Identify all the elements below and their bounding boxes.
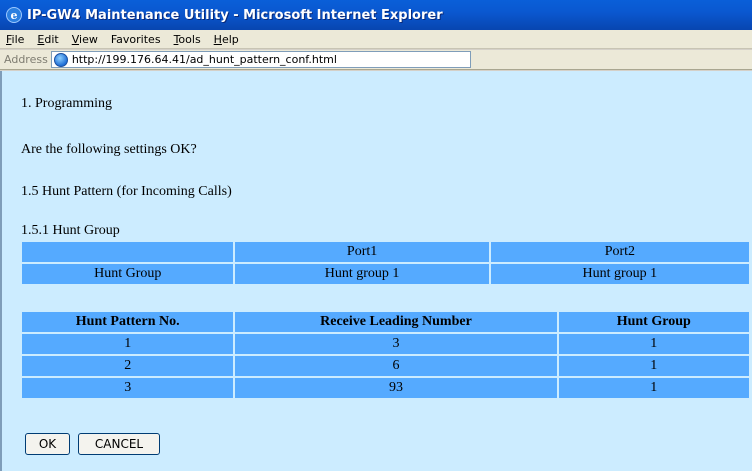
table-row: 3 93 1 <box>22 378 749 398</box>
title-bar: e IP-GW4 Maintenance Utility - Microsoft… <box>0 0 752 30</box>
address-label: Address <box>4 53 48 66</box>
menu-edit[interactable]: Edit <box>31 33 65 46</box>
table-cell: 3 <box>235 334 557 354</box>
hunt-group-table: Port1 Port2 Hunt Group Hunt group 1 Hunt… <box>20 240 751 286</box>
confirm-question: Are the following settings OK? <box>21 142 197 157</box>
table-cell: 1 <box>558 378 749 398</box>
table-header-cell: Hunt Pattern No. <box>22 312 234 332</box>
table-row: Hunt Group Hunt group 1 Hunt group 1 <box>22 264 749 284</box>
table-cell: 1 <box>558 334 749 354</box>
menu-bar: File Edit View Favorites Tools Help <box>0 30 752 49</box>
table-row: 1 3 1 <box>22 334 749 354</box>
table-cell: 6 <box>235 356 557 376</box>
address-bar: Address http://199.176.64.41/ad_hunt_pat… <box>0 50 752 70</box>
table-cell: 3 <box>22 378 234 398</box>
table-cell: 1 <box>22 334 234 354</box>
menu-view[interactable]: View <box>66 33 105 46</box>
hunt-pattern-table: Hunt Pattern No. Receive Leading Number … <box>20 310 751 400</box>
table-header-cell: Hunt Group <box>558 312 749 332</box>
table-row: 2 6 1 <box>22 356 749 376</box>
table-header-row: Hunt Pattern No. Receive Leading Number … <box>22 312 749 332</box>
subsection-title: 1.5.1 Hunt Group <box>21 223 120 238</box>
cancel-button[interactable]: CANCEL <box>78 433 160 455</box>
table-cell: 93 <box>235 378 557 398</box>
menu-help[interactable]: Help <box>208 33 246 46</box>
table-cell: Hunt group 1 <box>235 264 489 284</box>
page-heading: 1. Programming <box>21 96 112 111</box>
menu-file[interactable]: File <box>0 33 31 46</box>
ok-button[interactable]: OK <box>25 433 70 455</box>
menu-favorites[interactable]: Favorites <box>105 33 168 46</box>
section-title: 1.5 Hunt Pattern (for Incoming Calls) <box>21 184 232 199</box>
address-field[interactable]: http://199.176.64.41/ad_hunt_pattern_con… <box>50 51 471 68</box>
table-header-cell: Receive Leading Number <box>235 312 557 332</box>
page-icon <box>53 52 68 67</box>
table-header-cell: Port1 <box>235 242 489 262</box>
address-url: http://199.176.64.41/ad_hunt_pattern_con… <box>71 53 337 66</box>
window-title: IP-GW4 Maintenance Utility - Microsoft I… <box>27 7 443 23</box>
table-header-cell: Port2 <box>490 242 749 262</box>
table-cell: 1 <box>558 356 749 376</box>
internet-explorer-icon: e <box>6 7 22 23</box>
menu-tools[interactable]: Tools <box>168 33 208 46</box>
table-header-cell <box>22 242 234 262</box>
table-cell: Hunt Group <box>22 264 234 284</box>
table-header-row: Port1 Port2 <box>22 242 749 262</box>
table-cell: Hunt group 1 <box>490 264 749 284</box>
table-cell: 2 <box>22 356 234 376</box>
page-content: 1. Programming Are the following setting… <box>0 71 752 471</box>
